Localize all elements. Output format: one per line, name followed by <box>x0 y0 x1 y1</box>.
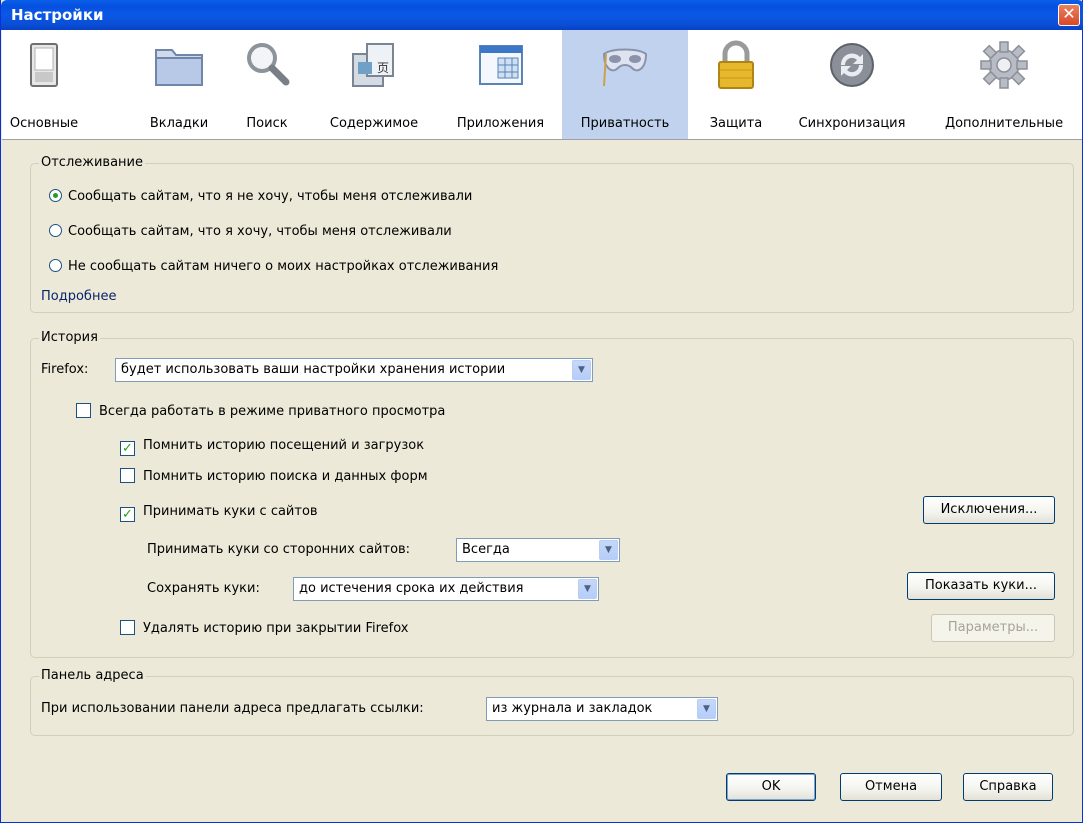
address-bar-group: Панель адреса При использовании панели а… <box>30 668 1074 736</box>
private-mode-checkbox[interactable]: Всегда работать в режиме приватного прос… <box>76 402 445 422</box>
tab-applications[interactable]: Приложения <box>445 30 556 139</box>
suggest-label: При использовании панели адреса предлага… <box>41 701 424 716</box>
checkbox-label: Всегда работать в режиме приватного прос… <box>99 404 446 419</box>
clear-settings-button[interactable]: Параметры... <box>931 614 1055 642</box>
preferences-toolbar: Основные Вкладки Поиск 页 Содержимое Прил… <box>2 30 1082 140</box>
history-group: История Firefox: будет использовать ваши… <box>30 330 1074 658</box>
exceptions-button[interactable]: Исключения... <box>923 496 1055 524</box>
radio-label: Не сообщать сайтам ничего о моих настрой… <box>68 259 499 274</box>
show-cookies-button[interactable]: Показать куки... <box>907 572 1055 600</box>
preferences-window: Настройки ✕ Основные Вкладки Поиск 页 Сод… <box>0 0 1083 823</box>
gear-icon <box>980 41 1028 89</box>
keep-cookies-select[interactable]: до истечения срока их действия ▼ <box>293 577 599 601</box>
history-mode-select[interactable]: будет использовать ваши настройки хранен… <box>115 358 593 382</box>
content-icon: 页 <box>352 43 394 87</box>
radio-no-preference[interactable]: Не сообщать сайтам ничего о моих настрой… <box>49 257 498 277</box>
select-value: Всегда <box>462 542 510 557</box>
accept-cookies-checkbox[interactable]: ✓ Принимать куки с сайтов <box>120 502 318 522</box>
radio-label: Сообщать сайтам, что я не хочу, чтобы ме… <box>68 189 473 204</box>
switch-icon <box>30 43 58 87</box>
svg-text:页: 页 <box>377 61 389 75</box>
chevron-down-icon: ▼ <box>599 540 618 560</box>
mask-icon <box>602 48 648 87</box>
checkbox-indicator <box>120 620 135 635</box>
radio-do-not-track[interactable]: Сообщать сайтам, что я не хочу, чтобы ме… <box>49 187 472 207</box>
clear-on-close-checkbox[interactable]: Удалять историю при закрытии Firefox <box>120 619 408 639</box>
tab-advanced[interactable]: Дополнительные <box>934 30 1074 139</box>
group-title: Панель адреса <box>39 668 146 683</box>
radio-allow-tracking[interactable]: Сообщать сайтам, что я хочу, чтобы меня … <box>49 222 452 242</box>
remember-search-checkbox[interactable]: Помнить историю поиска и данных форм <box>120 467 428 487</box>
close-button[interactable]: ✕ <box>1058 4 1080 26</box>
tab-general[interactable]: Основные <box>2 30 86 139</box>
chevron-down-icon: ▼ <box>572 360 591 380</box>
tab-privacy[interactable]: Приватность <box>562 30 688 139</box>
title-bar[interactable]: Настройки ✕ <box>1 0 1083 30</box>
help-button[interactable]: Справка <box>963 773 1053 801</box>
cancel-button[interactable]: Отмена <box>840 773 942 801</box>
tab-security[interactable]: Защита <box>699 30 773 139</box>
remember-history-checkbox[interactable]: ✓ Помнить историю посещений и загрузок <box>120 436 424 456</box>
checkbox-label: Помнить историю посещений и загрузок <box>143 438 425 453</box>
folder-icon <box>155 49 203 86</box>
checkbox-indicator <box>76 403 91 418</box>
group-title: История <box>39 330 100 345</box>
window-title: Настройки <box>11 6 104 24</box>
applications-icon <box>478 45 523 85</box>
chevron-down-icon: ▼ <box>697 699 716 719</box>
suggest-select[interactable]: из журнала и закладок ▼ <box>486 697 718 721</box>
tab-label: Приложения <box>456 116 545 131</box>
tab-label: Поиск <box>246 116 288 131</box>
tab-label: Дополнительные <box>944 116 1064 131</box>
ok-button[interactable]: OK <box>726 773 816 801</box>
select-value: будет использовать ваши настройки хранен… <box>121 362 506 377</box>
checkbox-indicator <box>120 468 135 483</box>
sync-icon <box>830 43 874 87</box>
checkbox-indicator: ✓ <box>120 507 135 522</box>
tab-label: Защита <box>709 116 763 131</box>
radio-indicator <box>49 259 62 272</box>
tab-label: Синхронизация <box>798 116 906 131</box>
tab-label: Содержимое <box>329 116 419 131</box>
tab-label: Основные <box>9 116 79 131</box>
radio-label: Сообщать сайтам, что я хочу, чтобы меня … <box>68 224 452 239</box>
third-party-label: Принимать куки со сторонних сайтов: <box>147 542 411 557</box>
tab-label: Приватность <box>580 116 670 131</box>
learn-more-link[interactable]: Подробнее <box>41 289 116 304</box>
select-value: до истечения срока их действия <box>299 581 524 596</box>
radio-indicator <box>49 189 62 202</box>
chevron-down-icon: ▼ <box>578 579 597 599</box>
tab-label: Вкладки <box>149 116 209 131</box>
tab-tabs[interactable]: Вкладки <box>139 30 219 139</box>
tab-content[interactable]: 页 Содержимое <box>316 30 432 139</box>
tracking-group: Отслеживание Сообщать сайтам, что я не х… <box>30 155 1074 313</box>
tab-sync[interactable]: Синхронизация <box>784 30 920 139</box>
third-party-cookies-select[interactable]: Всегда ▼ <box>456 538 620 562</box>
checkbox-label: Удалять историю при закрытии Firefox <box>143 621 409 636</box>
tab-search[interactable]: Поиск <box>233 30 301 139</box>
checkbox-indicator: ✓ <box>120 441 135 456</box>
group-title: Отслеживание <box>39 155 145 170</box>
checkbox-label: Помнить историю поиска и данных форм <box>143 469 428 484</box>
checkbox-label: Принимать куки с сайтов <box>143 504 318 519</box>
select-value: из журнала и закладок <box>492 701 653 716</box>
firefox-label: Firefox: <box>41 362 89 377</box>
padlock-icon <box>718 40 754 89</box>
magnifier-icon <box>247 43 290 86</box>
keep-cookies-label: Сохранять куки: <box>147 581 260 596</box>
radio-indicator <box>49 224 62 237</box>
